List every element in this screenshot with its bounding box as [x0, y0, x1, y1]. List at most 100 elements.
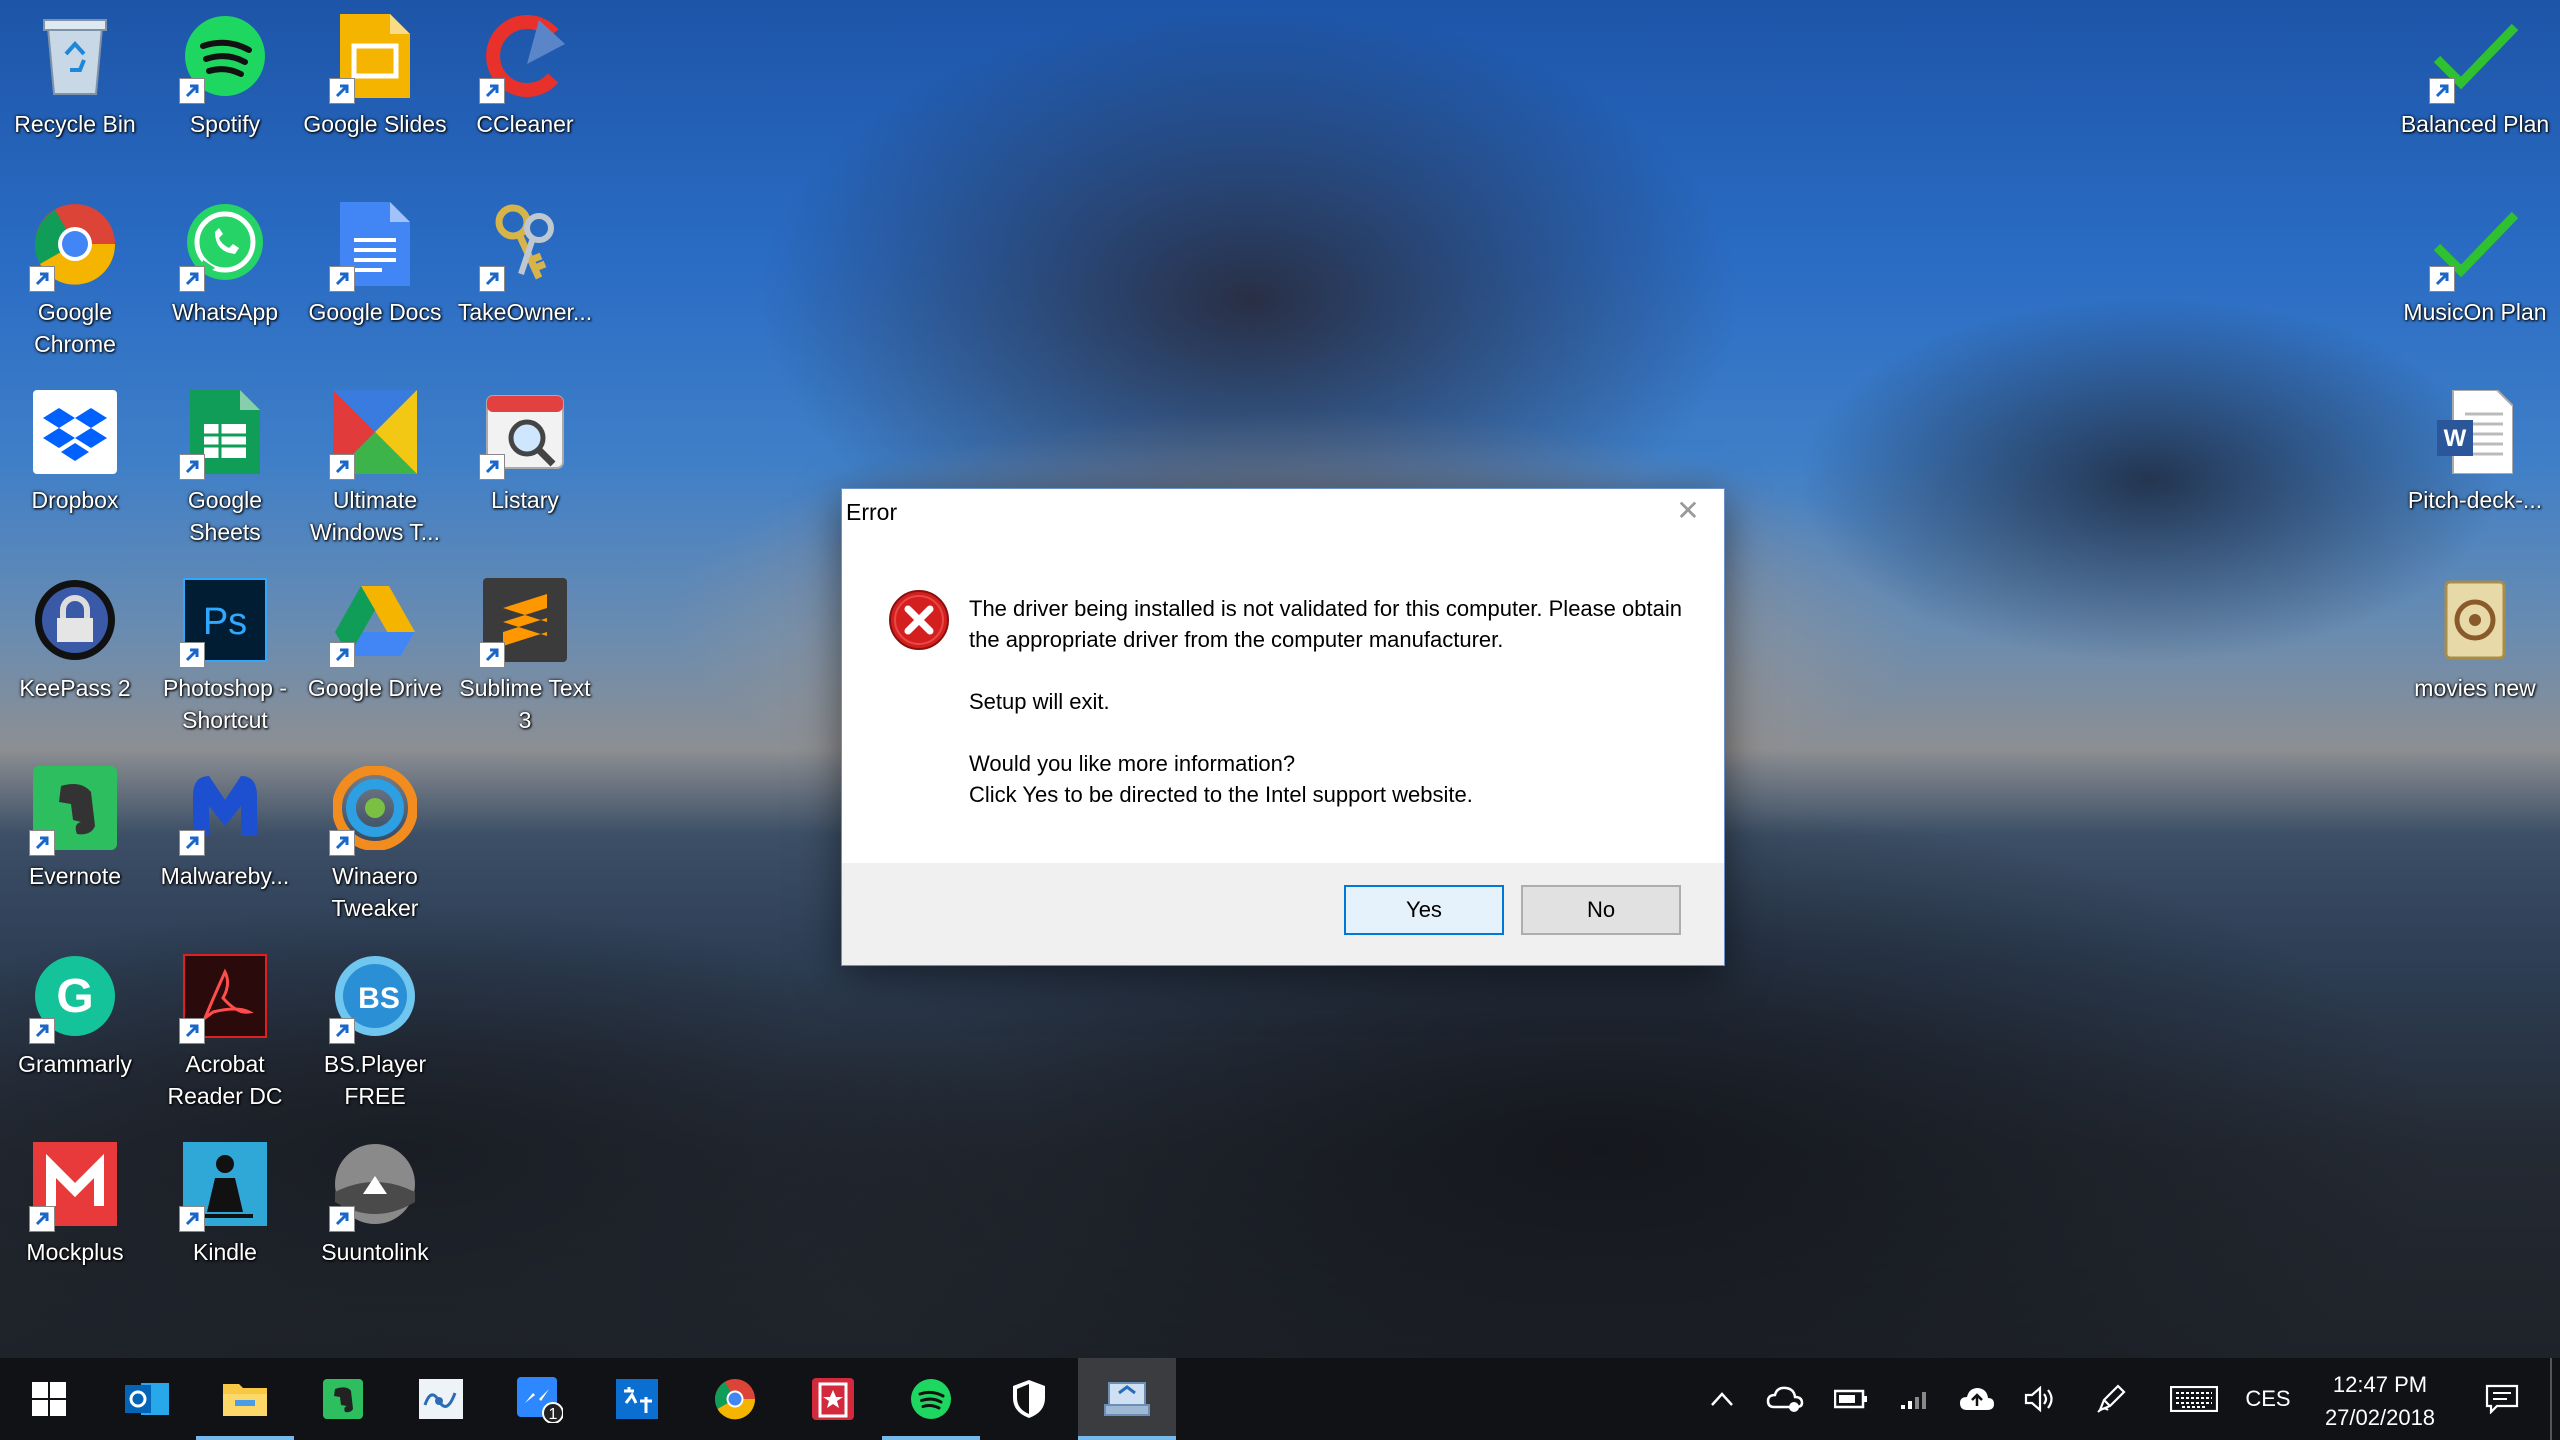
desktop-icon-google-chrome[interactable]: Google Chrome — [0, 192, 150, 372]
desktop-icon-winaero-tweaker[interactable]: Winaero Tweaker — [300, 756, 450, 936]
desktop-icon-google-sheets[interactable]: Google Sheets — [150, 380, 300, 560]
icon-label: Google Chrome — [34, 299, 116, 357]
desktop-icon-malwarebytes[interactable]: Malwareby... — [150, 756, 300, 936]
recycle-bin-icon — [31, 12, 119, 100]
shortcut-arrow-icon — [2429, 266, 2455, 292]
show-hidden-icons-button[interactable] — [1700, 1358, 1744, 1440]
taskbar-file-explorer[interactable] — [196, 1358, 294, 1440]
dialog-title: Error — [846, 499, 898, 525]
taskbar-setup-app[interactable] — [1078, 1358, 1176, 1440]
taskbar: 1 CES 12:47 PM 27/02/2018 — [0, 1358, 2560, 1440]
taskbar-clock[interactable]: 12:47 PM 27/02/2018 — [2305, 1368, 2455, 1434]
icon-label: TakeOwner... — [457, 299, 593, 325]
desktop-icon-suuntolink[interactable]: Suuntolink — [300, 1132, 450, 1312]
tray-cloud[interactable] — [1952, 1358, 2002, 1440]
clock-date: 27/02/2018 — [2324, 1405, 2436, 1430]
desktop-icon-photoshop[interactable]: Ps Photoshop - Shortcut — [150, 568, 300, 748]
icon-label: BS.Player FREE — [323, 1051, 427, 1109]
icon-label: Spotify — [189, 111, 261, 137]
desktop-icon-balanced-plan[interactable]: Balanced Plan — [2400, 4, 2550, 184]
desktop-icon-dropbox[interactable]: Dropbox — [0, 380, 150, 560]
kindle-icon — [179, 1140, 269, 1232]
signal-bars-icon — [1901, 1392, 1926, 1409]
tray-volume[interactable] — [2016, 1358, 2066, 1440]
chrome-icon — [715, 1379, 756, 1420]
desktop-icon-google-slides[interactable]: Google Slides — [300, 4, 450, 184]
tray-touch-keyboard[interactable] — [2164, 1358, 2224, 1440]
desktop-icon-musicon-plan[interactable]: MusicOn Plan — [2400, 192, 2550, 372]
taskbar-windows-defender[interactable] — [980, 1358, 1078, 1440]
windows-logo-icon — [32, 1382, 66, 1416]
taskbar-messenger[interactable]: 1 — [490, 1358, 588, 1440]
dialog-message: The driver being installed is not valida… — [969, 593, 1689, 810]
desktop-icon-keepass[interactable]: KeePass 2 — [0, 568, 150, 748]
desktop-icon-whatsapp[interactable]: WhatsApp — [150, 192, 300, 372]
desktop-icon-bsplayer[interactable]: BS BS.Player FREE — [300, 944, 450, 1124]
battery-icon — [1834, 1389, 1867, 1409]
tray-network[interactable] — [1890, 1358, 1940, 1440]
chevron-up-icon — [1711, 1392, 1733, 1406]
desktop-icon-google-docs[interactable]: Google Docs — [300, 192, 450, 372]
shortcut-arrow-icon — [479, 642, 505, 668]
error-dialog: Error ✕ The driver being installed is no… — [841, 488, 1725, 966]
shortcut-arrow-icon — [329, 1206, 355, 1232]
ccleaner-icon — [479, 12, 569, 104]
green-check-icon — [2429, 200, 2519, 292]
keys-icon — [479, 200, 569, 292]
desktop-icon-spotify[interactable]: Spotify — [150, 4, 300, 184]
desktop-icon-sublime-text[interactable]: Sublime Text 3 — [450, 568, 600, 748]
icon-label: Mockplus — [26, 1239, 124, 1265]
taskbar-chrome[interactable] — [686, 1358, 784, 1440]
icon-label: Photoshop - Shortcut — [162, 675, 288, 733]
desktop-icon-pitch-deck[interactable]: W Pitch-deck-... — [2400, 380, 2550, 560]
shortcut-arrow-icon — [329, 78, 355, 104]
desktop-icon-mockplus[interactable]: Mockplus — [0, 1132, 150, 1312]
desktop-icon-listary[interactable]: Listary — [450, 380, 600, 560]
star-list-icon — [812, 1378, 854, 1420]
dialog-footer: Yes No — [842, 863, 1724, 965]
no-button[interactable]: No — [1521, 885, 1681, 935]
icon-label: Dropbox — [31, 487, 119, 513]
start-button[interactable] — [0, 1358, 98, 1440]
desktop-icon-grammarly[interactable]: G Grammarly — [0, 944, 150, 1124]
icon-label: Sublime Text 3 — [459, 675, 591, 733]
tray-onedrive-sync[interactable] — [1760, 1358, 1810, 1440]
grammarly-glyph: G — [56, 970, 93, 1023]
tray-battery[interactable] — [1826, 1358, 1876, 1440]
diagram-app-icon — [419, 1379, 463, 1419]
shortcut-arrow-icon — [179, 454, 205, 480]
taskbar-translator[interactable] — [588, 1358, 686, 1440]
icon-label: Google Sheets — [187, 487, 263, 545]
keepass-lock-icon — [31, 576, 119, 664]
desktop-icon-acrobat[interactable]: Acrobat Reader DC — [150, 944, 300, 1124]
tray-pen-workspace[interactable] — [2086, 1358, 2136, 1440]
desktop-icon-evernote[interactable]: Evernote — [0, 756, 150, 936]
taskbar-outlook[interactable] — [98, 1358, 196, 1440]
desktop-icon-ultimate-windows-tweaker[interactable]: Ultimate Windows T... — [300, 380, 450, 560]
icon-label: Google Drive — [307, 675, 443, 701]
desktop-icon-recycle-bin[interactable]: Recycle Bin — [0, 4, 150, 184]
bsplayer-icon: BS — [329, 952, 419, 1044]
desktop-icon-google-drive[interactable]: Google Drive — [300, 568, 450, 748]
yes-button[interactable]: Yes — [1344, 885, 1504, 935]
movie-folder-icon — [2431, 576, 2519, 664]
icon-label: Kindle — [193, 1239, 257, 1265]
show-desktop-button[interactable] — [2550, 1358, 2552, 1440]
action-center-button[interactable] — [2472, 1358, 2532, 1440]
google-docs-icon — [329, 200, 419, 292]
desktop-icon-takeowner[interactable]: TakeOwner... — [450, 192, 600, 372]
spotify-icon — [179, 12, 269, 104]
close-icon[interactable]: ✕ — [1672, 495, 1704, 527]
taskbar-wunderlist[interactable] — [784, 1358, 882, 1440]
taskbar-evernote[interactable] — [294, 1358, 392, 1440]
desktop-icon-movies-new[interactable]: movies new — [2400, 568, 2550, 748]
desktop-icon-ccleaner[interactable]: CCleaner — [450, 4, 600, 184]
taskbar-spotify[interactable] — [882, 1358, 980, 1440]
tray-input-language[interactable]: CES — [2240, 1358, 2296, 1440]
desktop-icon-kindle[interactable]: Kindle — [150, 1132, 300, 1312]
taskbar-visio-app[interactable] — [392, 1358, 490, 1440]
icon-label: Evernote — [28, 863, 122, 889]
malwarebytes-icon — [179, 764, 269, 856]
icon-label: Google Docs — [308, 299, 442, 325]
google-drive-icon — [329, 576, 419, 668]
